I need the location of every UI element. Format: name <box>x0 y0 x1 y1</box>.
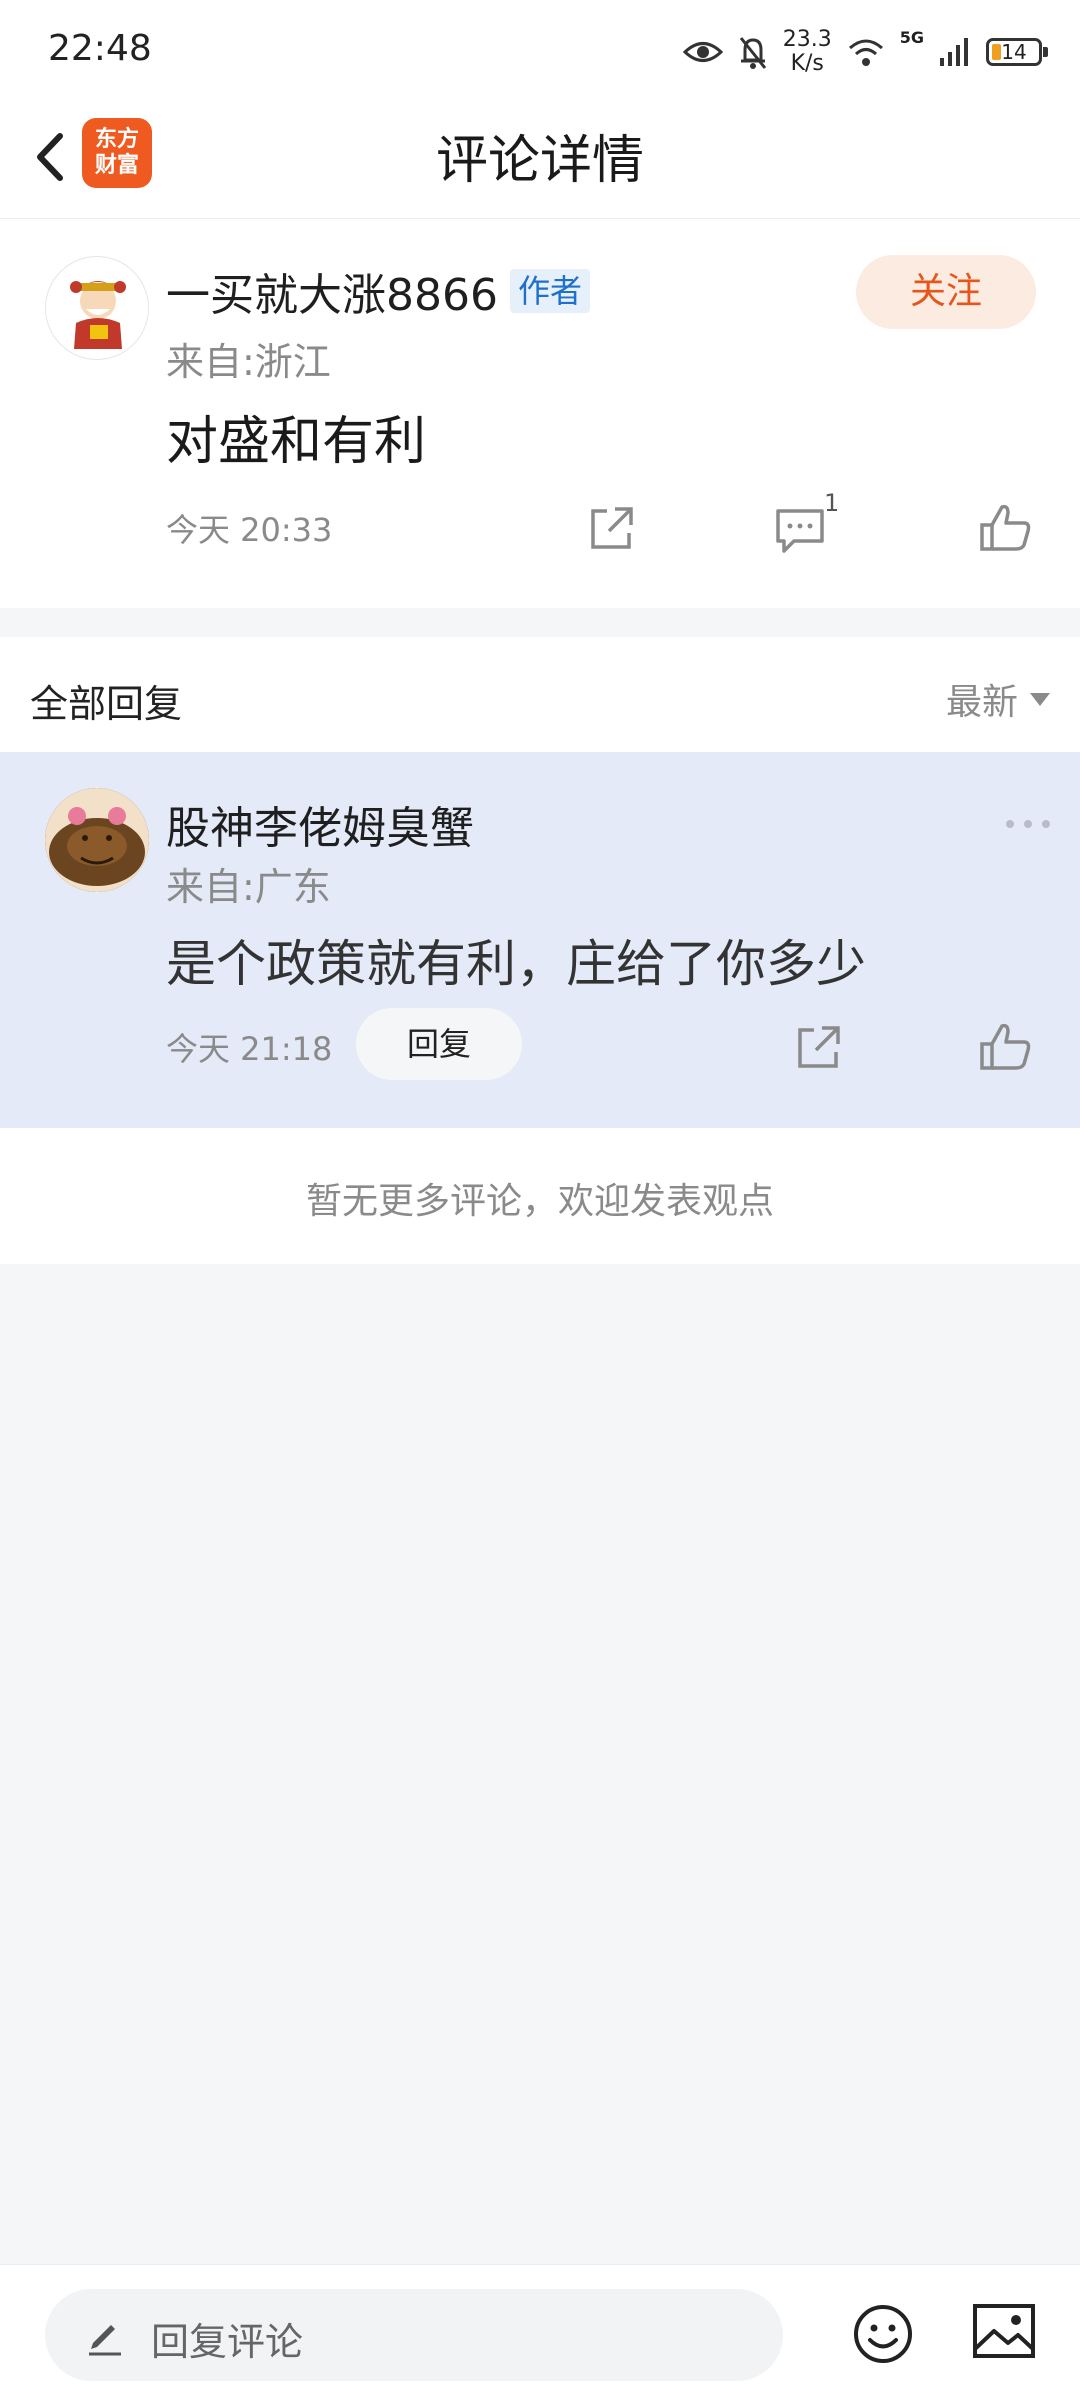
status-bar: 22:48 23.3 K/s 5G 14 <box>0 0 1080 100</box>
reply-content: 是个政策就有利，庄给了你多少 <box>166 935 866 993</box>
share-icon[interactable] <box>581 499 641 559</box>
reply-placeholder: 回复评论 <box>151 2320 304 2364</box>
emoji-icon[interactable] <box>852 2303 914 2365</box>
bottom-bar: 回复评论 <box>0 2264 1080 2401</box>
comment-time: 今天 20:33 <box>166 511 333 549</box>
signal-icon <box>940 38 968 66</box>
reply-time: 今天 21:18 <box>166 1030 333 1068</box>
sort-label: 最新 <box>945 682 1018 723</box>
reply-button[interactable]: 回复 <box>356 1008 522 1080</box>
image-icon[interactable] <box>972 2303 1036 2359</box>
battery-icon: 14 <box>986 38 1048 66</box>
reply-location: 来自:广东 <box>166 865 331 909</box>
follow-button[interactable]: 关注 <box>856 255 1036 329</box>
main-comment: 一买就大涨8866 作者 关注 来自:浙江 对盛和有利 今天 20:33 1 <box>0 219 1080 608</box>
like-icon[interactable] <box>976 1018 1036 1078</box>
status-time: 22:48 <box>48 28 152 69</box>
author-avatar[interactable] <box>45 256 149 360</box>
triangle-down-icon <box>1030 692 1050 706</box>
end-of-comments: 暂无更多评论，欢迎发表观点 <box>0 1128 1080 1264</box>
all-replies-title: 全部回复 <box>30 682 183 726</box>
more-icon[interactable] <box>1006 820 1050 828</box>
eye-icon <box>682 42 723 62</box>
author-location: 来自:浙江 <box>166 340 331 384</box>
reply-input[interactable]: 回复评论 <box>45 2289 783 2381</box>
pen-icon <box>89 2325 121 2356</box>
sort-dropdown[interactable]: 最新 <box>946 673 1050 725</box>
page-title: 评论详情 <box>435 131 644 191</box>
status-icons: 23.3 K/s 5G 14 <box>682 22 1048 82</box>
title-bar: 东方 财富 评论详情 <box>0 100 1080 219</box>
author-badge: 作者 <box>510 269 591 313</box>
mute-icon <box>739 37 766 69</box>
network-type: 5G <box>899 28 924 47</box>
wifi-icon <box>848 39 883 66</box>
comment-content: 对盛和有利 <box>166 412 427 472</box>
network-speed: 23.3 K/s <box>782 27 832 76</box>
reply-author-name[interactable]: 股神李佬姆臭蟹 <box>166 792 474 856</box>
replies-header: 全部回复 最新 <box>0 637 1080 752</box>
share-icon[interactable] <box>788 1018 848 1078</box>
reply-avatar[interactable] <box>45 788 149 892</box>
comment-icon[interactable] <box>770 499 830 559</box>
author-name[interactable]: 一买就大涨8866 <box>166 259 498 323</box>
like-icon[interactable] <box>976 499 1036 559</box>
reply-item: 股神李佬姆臭蟹 来自:广东 是个政策就有利，庄给了你多少 今天 21:18 回复 <box>0 752 1080 1128</box>
comment-count: 1 <box>824 489 840 517</box>
no-more-comments-text: 暂无更多评论，欢迎发表观点 <box>305 1181 774 1222</box>
